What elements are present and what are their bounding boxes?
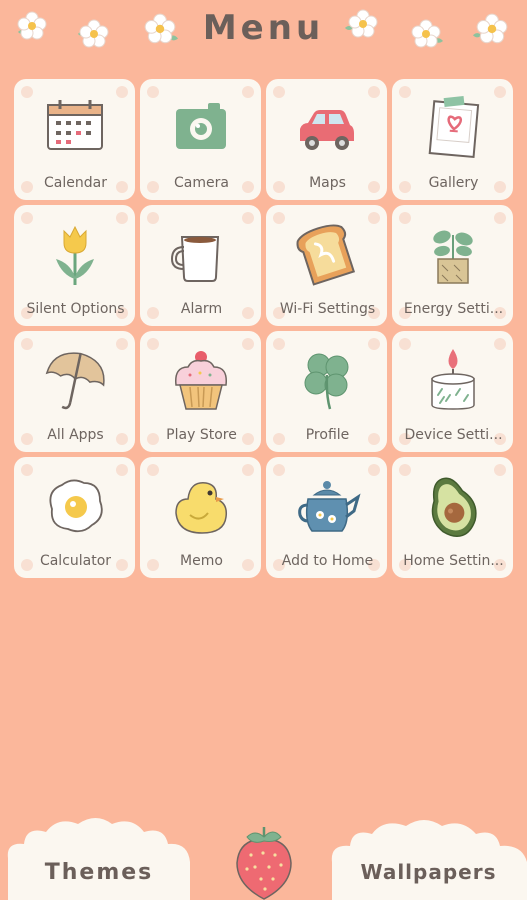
tile-label: Memo xyxy=(180,553,223,569)
header: Menu xyxy=(0,0,527,70)
themes-button[interactable]: Themes xyxy=(4,812,194,900)
app-grid: Calendar Camera Maps Gallery Silent Opti… xyxy=(14,79,513,578)
tile-label: Add to Home xyxy=(281,553,374,569)
flower-icon xyxy=(411,19,443,48)
app-tile-home-settings[interactable]: Home Settin... xyxy=(392,457,513,578)
app-tile-calculator[interactable]: Calculator xyxy=(14,457,135,578)
tile-label: All Apps xyxy=(47,427,104,443)
candle-icon xyxy=(430,349,475,410)
app-tile-maps[interactable]: Maps xyxy=(266,79,387,200)
umbrella-icon xyxy=(45,352,105,410)
tile-label: Wi-Fi Settings xyxy=(279,301,376,317)
wallpapers-button[interactable]: Wallpapers xyxy=(330,814,527,900)
app-tile-camera[interactable]: Camera xyxy=(140,79,261,200)
app-tile-play-store[interactable]: Play Store xyxy=(140,331,261,452)
mug-icon xyxy=(170,236,219,282)
tile-label: Calendar xyxy=(44,175,107,191)
tile-label: Home Settin... xyxy=(403,553,504,569)
tile-label: Play Store xyxy=(166,427,237,443)
photo-icon xyxy=(428,95,479,158)
app-tile-profile[interactable]: Profile xyxy=(266,331,387,452)
app-tile-silent-options[interactable]: Silent Options xyxy=(14,205,135,326)
app-tile-calendar[interactable]: Calendar xyxy=(14,79,135,200)
chick-icon xyxy=(174,482,227,534)
tile-label: Silent Options xyxy=(26,301,125,317)
tile-label: Energy Setti... xyxy=(403,301,504,317)
tile-label: Device Setti... xyxy=(404,427,503,443)
app-tile-gallery[interactable]: Gallery xyxy=(392,79,513,200)
cupcake-icon xyxy=(174,351,227,410)
app-tile-energy-settings[interactable]: Energy Setti... xyxy=(392,205,513,326)
app-tile-add-to-home[interactable]: Add to Home xyxy=(266,457,387,578)
calendar-icon xyxy=(46,100,103,150)
app-tile-memo[interactable]: Memo xyxy=(140,457,261,578)
tile-label: Camera xyxy=(174,175,229,191)
app-tile-alarm[interactable]: Alarm xyxy=(140,205,261,326)
clover-icon xyxy=(304,353,348,410)
flower-icon xyxy=(345,9,378,38)
wallpapers-label: Wallpapers xyxy=(360,860,497,884)
app-tile-device-settings[interactable]: Device Setti... xyxy=(392,331,513,452)
teapot-icon xyxy=(297,481,361,532)
strawberry-icon[interactable] xyxy=(233,823,295,900)
flower-icon xyxy=(472,13,508,44)
tile-label: Profile xyxy=(305,427,350,443)
page-title: Menu xyxy=(202,8,325,48)
car-icon xyxy=(299,110,354,150)
tulip-icon xyxy=(55,225,94,285)
cloud-shape-icon xyxy=(331,820,527,900)
tile-label: Alarm xyxy=(180,301,223,317)
camera-icon xyxy=(175,103,226,149)
egg-icon xyxy=(48,479,103,533)
cloud-shape-icon xyxy=(7,818,190,900)
app-tile-wifi-settings[interactable]: Wi-Fi Settings xyxy=(266,205,387,326)
tile-label: Gallery xyxy=(428,175,479,191)
app-tile-all-apps[interactable]: All Apps xyxy=(14,331,135,452)
tile-label: Maps xyxy=(309,175,346,191)
tile-label: Calculator xyxy=(39,553,112,569)
themes-label: Themes xyxy=(44,860,154,885)
plant-icon xyxy=(432,230,473,284)
avocado-icon xyxy=(431,477,477,538)
toast-icon xyxy=(296,224,355,286)
